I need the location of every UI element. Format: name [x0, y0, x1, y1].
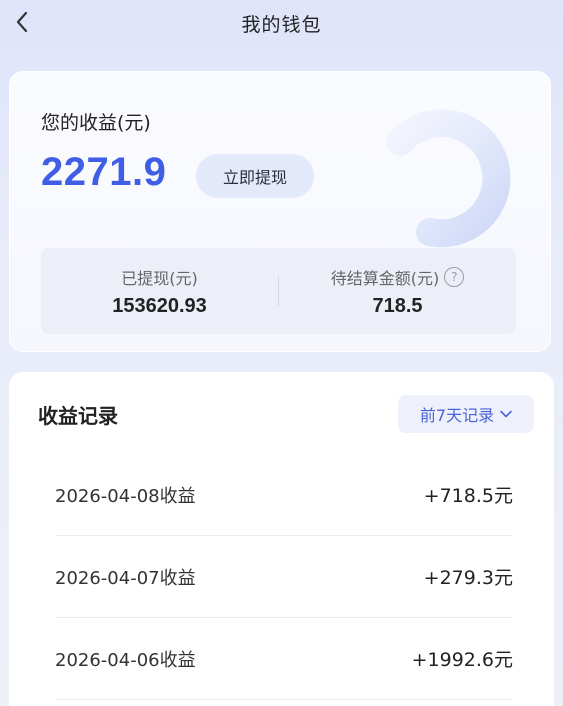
- withdraw-button[interactable]: 立即提现: [196, 154, 314, 198]
- filter-label: 前7天记录: [419, 406, 495, 425]
- withdrawn-stat: 已提现(元) 153620.93: [41, 248, 278, 334]
- record-row[interactable]: 2026-04-06收益 +1992.6元: [55, 618, 513, 700]
- record-date: 2026-04-08收益: [55, 485, 196, 507]
- record-amount: +1992.6元: [411, 649, 513, 671]
- decorative-ring-graphic: [386, 109, 511, 248]
- record-date: 2026-04-07收益: [55, 567, 196, 589]
- record-date: 2026-04-06收益: [55, 649, 196, 671]
- page-title: 我的钱包: [241, 14, 322, 36]
- record-amount: +279.3元: [423, 567, 513, 589]
- stats-panel: 已提现(元) 153620.93 待结算金额(元) ? 718.5: [41, 248, 516, 334]
- earnings-amount: 2271.9: [41, 150, 167, 194]
- header: 我的钱包: [0, 0, 563, 48]
- record-row[interactable]: 2026-04-08收益 +718.5元: [55, 454, 513, 536]
- pending-label-row: 待结算金额(元) ?: [331, 265, 465, 289]
- record-amount: +718.5元: [423, 485, 513, 507]
- chevron-down-icon: [500, 410, 512, 418]
- records-card: 收益记录 前7天记录 2026-04-08收益 +718.5元 2026-04-…: [9, 372, 554, 706]
- records-title: 收益记录: [38, 404, 118, 428]
- record-row[interactable]: 2026-04-07收益 +279.3元: [55, 536, 513, 618]
- withdrawn-label: 已提现(元): [121, 268, 198, 288]
- question-circle-icon[interactable]: ?: [444, 266, 465, 287]
- earnings-label: 您的收益(元): [41, 112, 151, 134]
- pending-label: 待结算金额(元): [330, 268, 440, 288]
- earnings-card: 您的收益(元) 2271.9 立即提现 已提现(元) 153620.93 待结算…: [9, 71, 551, 352]
- pending-stat: 待结算金额(元) ? 718.5: [279, 248, 516, 334]
- pending-value: 718.5: [372, 294, 423, 317]
- period-filter-button[interactable]: 前7天记录: [398, 395, 534, 433]
- withdrawn-value: 153620.93: [112, 294, 207, 317]
